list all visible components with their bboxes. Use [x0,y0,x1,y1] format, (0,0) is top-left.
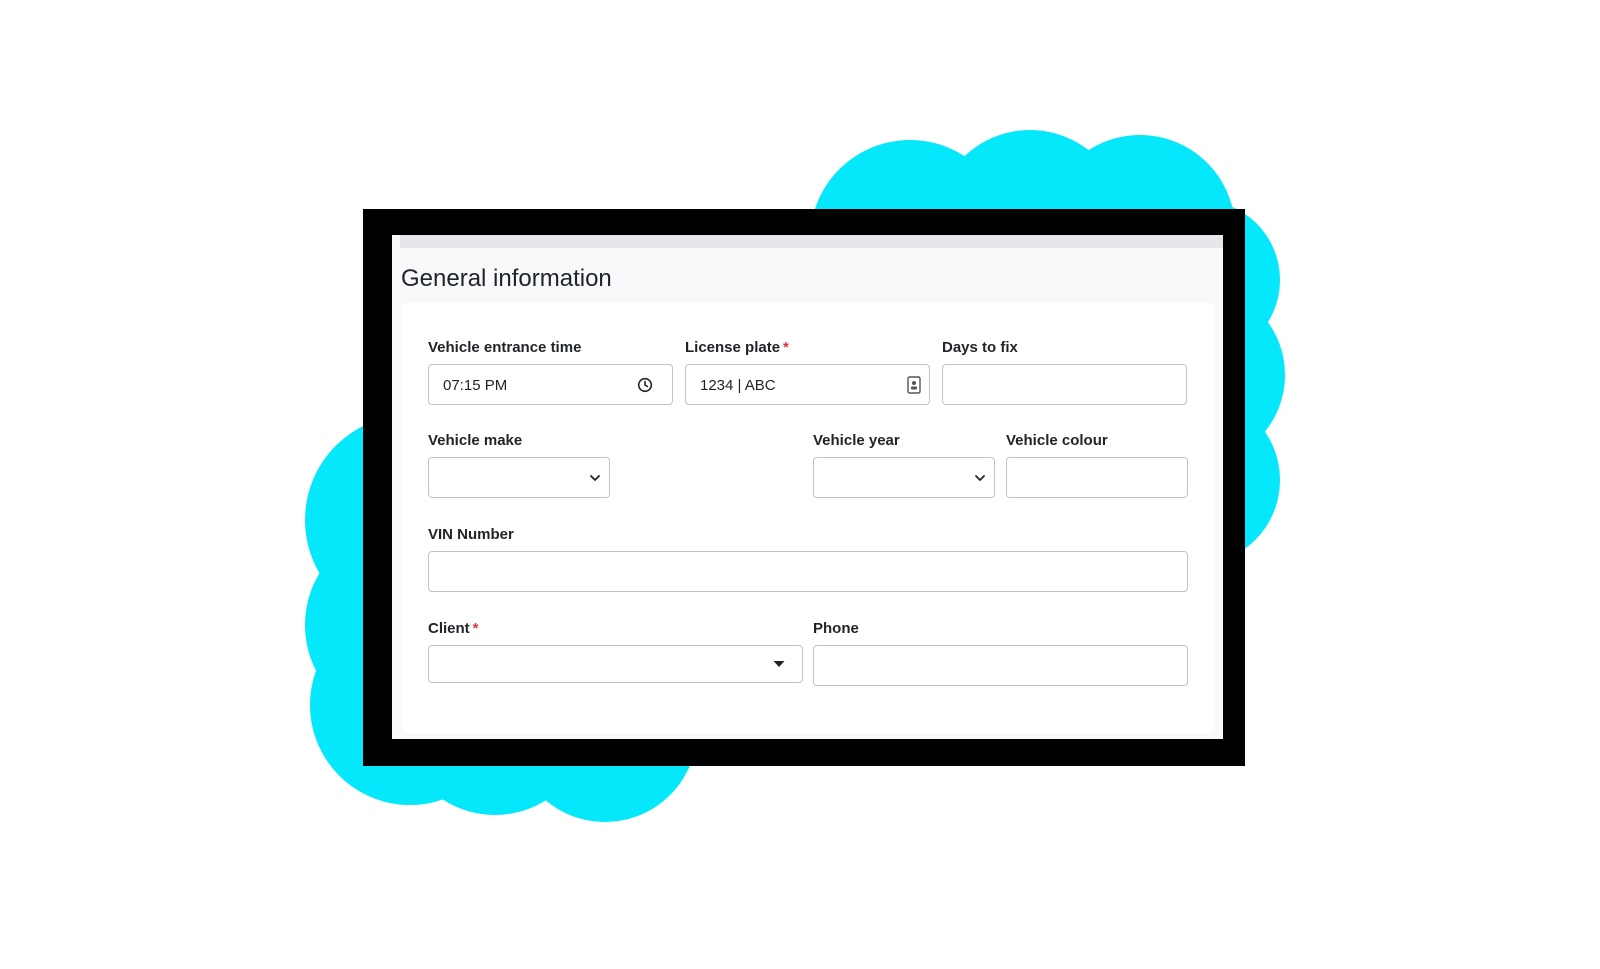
vehicle-colour-input[interactable] [1006,457,1188,498]
label-vin-number: VIN Number [428,526,514,543]
label-vehicle-colour: Vehicle colour [1006,432,1108,449]
days-to-fix-input[interactable] [942,364,1187,405]
required-marker: * [783,339,789,356]
vehicle-year-select[interactable] [813,457,995,498]
entrance-time-input[interactable]: 07:15 PM [428,364,673,405]
label-entrance-time: Vehicle entrance time [428,339,582,356]
license-plate-input[interactable]: 1234 | ABC [685,364,930,405]
license-plate-value: 1234 | ABC [700,377,776,394]
vehicle-make-select[interactable] [428,457,610,498]
form-screen: General information Vehicle entrance tim… [392,235,1223,739]
label-client: Client * [428,620,479,637]
label-license-plate: License plate * [685,339,789,356]
top-bar [400,235,1223,248]
entrance-time-value: 07:15 PM [443,377,508,394]
contact-card-icon [907,376,921,394]
required-marker: * [472,620,479,637]
vin-number-input[interactable] [428,551,1188,592]
general-information-card: Vehicle entrance time 07:15 PM License p… [402,303,1215,733]
caret-down-icon [773,661,785,667]
label-vehicle-year: Vehicle year [813,432,900,449]
client-select[interactable] [428,645,803,683]
label-phone: Phone [813,620,859,637]
clock-icon[interactable] [637,377,653,393]
phone-input[interactable] [813,645,1188,686]
label-vehicle-make: Vehicle make [428,432,523,449]
screenshot-frame: General information Vehicle entrance tim… [363,209,1245,766]
label-days-to-fix: Days to fix [942,339,1018,356]
chevron-down-icon [975,475,985,481]
section-title: General information [401,265,612,292]
chevron-down-icon [590,475,600,481]
